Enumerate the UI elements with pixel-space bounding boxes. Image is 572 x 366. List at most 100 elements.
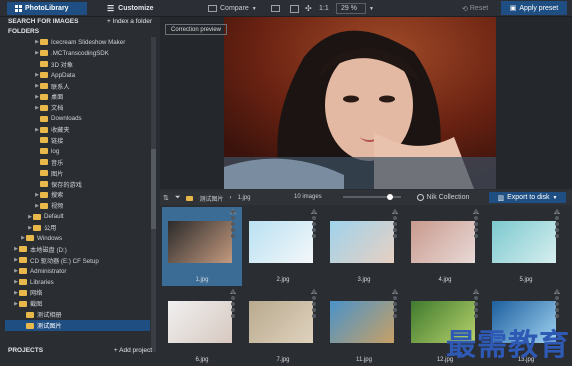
folder-tree-item[interactable]: log bbox=[5, 146, 150, 157]
reset-button[interactable]: ⟲ Reset bbox=[462, 3, 488, 14]
rating-dot[interactable] bbox=[393, 216, 397, 220]
rating-dot[interactable] bbox=[231, 216, 235, 220]
rating-dot[interactable] bbox=[474, 210, 478, 214]
scrollbar-thumb[interactable] bbox=[151, 149, 156, 229]
thumbnail-card[interactable]: 6.jpg bbox=[162, 287, 242, 366]
rating-dot[interactable] bbox=[393, 308, 397, 312]
zoom-ratio[interactable]: 1:1 bbox=[319, 3, 329, 14]
rating-dot[interactable] bbox=[312, 222, 316, 226]
compare-button[interactable]: Compare ▼ bbox=[208, 3, 257, 14]
rating-dot[interactable] bbox=[474, 234, 478, 238]
thumbnail-image[interactable] bbox=[249, 301, 313, 343]
rating-dot[interactable] bbox=[312, 296, 316, 300]
rating-dot[interactable] bbox=[393, 228, 397, 232]
folder-tree-item[interactable]: 保存的游戏 bbox=[5, 179, 150, 190]
thumbnail-card[interactable]: 1.jpg bbox=[162, 207, 242, 286]
folder-tree-item[interactable]: ▶ Libraries bbox=[5, 277, 150, 288]
thumbnail-card[interactable]: 2.jpg bbox=[243, 207, 323, 286]
folder-tree-item[interactable]: 图片 bbox=[5, 168, 150, 179]
rating-dot[interactable] bbox=[474, 228, 478, 232]
rating-dot[interactable] bbox=[474, 222, 478, 226]
rating-dot[interactable] bbox=[312, 228, 316, 232]
rating-dot[interactable] bbox=[312, 210, 316, 214]
rating-dot[interactable] bbox=[555, 234, 559, 238]
rating-dots[interactable] bbox=[312, 210, 318, 254]
rating-dot[interactable] bbox=[312, 302, 316, 306]
apply-preset-button[interactable]: ▣ Apply preset bbox=[501, 1, 567, 15]
split-view-button[interactable] bbox=[271, 3, 280, 14]
folder-tree-item[interactable]: ▶ 本地磁盘 (D:) bbox=[5, 244, 150, 255]
folder-tree-item[interactable]: Downloads bbox=[5, 113, 150, 124]
export-to-disk-button[interactable]: ▥ Export to disk ▼ bbox=[489, 192, 566, 203]
folder-tree-item[interactable]: 测试图片 bbox=[5, 320, 150, 332]
folder-tree-item[interactable]: ▶ 截图 bbox=[5, 298, 150, 309]
folder-tree-item[interactable]: ▶ 收藏夹 bbox=[5, 124, 150, 135]
tab-photolibrary[interactable]: PhotoLibrary bbox=[7, 2, 87, 15]
move-button[interactable]: ✣ bbox=[305, 3, 312, 14]
thumbnail-size-slider[interactable] bbox=[343, 194, 401, 200]
zoom-percent-select[interactable]: 29 % bbox=[336, 3, 366, 14]
current-folder[interactable]: 测试图片 bbox=[199, 194, 223, 203]
rating-dots[interactable] bbox=[393, 290, 399, 334]
rating-dots[interactable] bbox=[312, 290, 318, 334]
slider-handle[interactable] bbox=[387, 194, 393, 200]
rating-dot[interactable] bbox=[231, 234, 235, 238]
folder-tree-item[interactable]: ▶ 公用 bbox=[5, 222, 150, 233]
rating-dot[interactable] bbox=[393, 314, 397, 318]
rating-dot[interactable] bbox=[393, 296, 397, 300]
tab-customize[interactable]: ☰ Customize bbox=[95, 2, 165, 15]
rating-dot[interactable] bbox=[312, 314, 316, 318]
fit-view-button[interactable] bbox=[290, 3, 299, 14]
rating-dot[interactable] bbox=[231, 290, 235, 294]
rating-dot[interactable] bbox=[231, 302, 235, 306]
folder-tree-item[interactable]: ▶ CD 驱动器 (E:) CF Setup bbox=[5, 255, 150, 266]
folder-tree-item[interactable]: 测试相册 bbox=[5, 309, 150, 320]
index-folder-button[interactable]: + Index a folder bbox=[107, 18, 152, 25]
rating-dot[interactable] bbox=[231, 222, 235, 226]
thumbnail-card[interactable]: 11.jpg bbox=[324, 287, 404, 366]
folder-tree-item[interactable]: ▶ 联系人 bbox=[5, 81, 150, 92]
rating-dot[interactable] bbox=[474, 296, 478, 300]
thumbnail-card[interactable]: 3.jpg bbox=[324, 207, 404, 286]
rating-dot[interactable] bbox=[555, 302, 559, 306]
rating-dots[interactable] bbox=[474, 210, 480, 254]
thumbnail-card[interactable]: 5.jpg bbox=[486, 207, 566, 286]
folder-tree-item[interactable]: ▶ Administrator bbox=[5, 266, 150, 277]
rating-dot[interactable] bbox=[393, 210, 397, 214]
rating-dots[interactable] bbox=[393, 210, 399, 254]
preview-image[interactable] bbox=[224, 17, 496, 189]
rating-dot[interactable] bbox=[393, 222, 397, 226]
rating-dot[interactable] bbox=[312, 234, 316, 238]
thumbnail-card[interactable]: 7.jpg bbox=[243, 287, 323, 366]
rating-dot[interactable] bbox=[555, 308, 559, 312]
folder-tree-item[interactable]: ▶ 网络 bbox=[5, 287, 150, 298]
rating-dots[interactable] bbox=[231, 290, 237, 334]
rating-dot[interactable] bbox=[393, 290, 397, 294]
folder-tree-item[interactable]: ▶ 搜索 bbox=[5, 189, 150, 200]
rating-dot[interactable] bbox=[312, 290, 316, 294]
folder-tree-item[interactable]: ▶ 桌面 bbox=[5, 91, 150, 102]
rating-dot[interactable] bbox=[231, 314, 235, 318]
sort-icon[interactable]: ⇅ bbox=[163, 194, 169, 202]
zoom-dropdown-button[interactable]: ▼ bbox=[369, 3, 374, 14]
thumbnail-image[interactable] bbox=[330, 221, 394, 263]
rating-dots[interactable] bbox=[231, 210, 237, 254]
rating-dot[interactable] bbox=[555, 314, 559, 318]
rating-dot[interactable] bbox=[393, 234, 397, 238]
rating-dot[interactable] bbox=[555, 228, 559, 232]
folder-tree-item[interactable]: 3D 对象 bbox=[5, 59, 150, 70]
rating-dots[interactable] bbox=[555, 210, 561, 254]
folder-tree-item[interactable]: ▶ Windows bbox=[5, 233, 150, 244]
sidebar-scrollbar[interactable] bbox=[151, 37, 156, 352]
rating-dot[interactable] bbox=[555, 296, 559, 300]
rating-dot[interactable] bbox=[231, 296, 235, 300]
folder-tree-item[interactable]: 音乐 bbox=[5, 157, 150, 168]
rating-dot[interactable] bbox=[393, 302, 397, 306]
folder-tree-item[interactable]: ▶ AppData bbox=[5, 70, 150, 81]
thumbnail-image[interactable] bbox=[492, 221, 556, 263]
folder-tree-item[interactable]: ▶ Default bbox=[5, 211, 150, 222]
correction-preview-button[interactable]: Correction preview bbox=[165, 24, 227, 35]
folder-tree-item[interactable]: ▶ 文档 bbox=[5, 102, 150, 113]
thumbnail-image[interactable] bbox=[168, 301, 232, 343]
rating-dot[interactable] bbox=[555, 210, 559, 214]
